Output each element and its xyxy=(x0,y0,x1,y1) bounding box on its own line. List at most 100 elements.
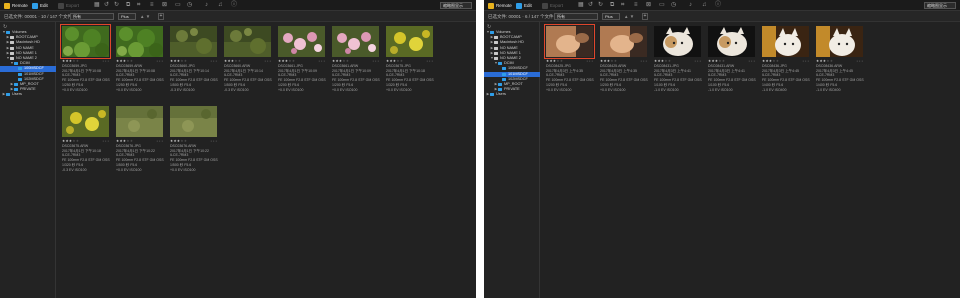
remote-button[interactable]: Remote xyxy=(4,2,28,9)
label-flags-icon[interactable]: ▪ ▪ ▪ xyxy=(103,59,109,63)
photo-thumbnail[interactable] xyxy=(600,26,647,57)
label-flags-icon[interactable]: ▪ ▪ ▪ xyxy=(211,59,217,63)
folder-tree-item[interactable]: ▶ Users xyxy=(0,92,56,97)
sort-order-icon[interactable]: ▲ ▼ xyxy=(140,13,150,20)
thumbnail-card[interactable]: ★★★★★ ▪ ▪ ▪ DSC08436.JPG 2017年4月3日 上午4:45 IL… xyxy=(760,24,812,118)
remote-button[interactable]: Remote xyxy=(488,2,512,9)
sound-icon[interactable]: ♪ xyxy=(689,1,692,9)
thumbnail-card[interactable]: ★★★★★ ▪ ▪ ▪ DSC08431.ARW 2017年4月3日 上午4:41 IL… xyxy=(706,24,758,118)
label-flags-icon[interactable]: ▪ ▪ ▪ xyxy=(803,59,809,63)
tune-icon[interactable]: ≡ xyxy=(634,1,638,9)
star-rating[interactable]: ★★★★★ ▪ ▪ ▪ xyxy=(224,59,271,63)
photo-thumbnail[interactable] xyxy=(544,24,595,59)
photo-thumbnail[interactable] xyxy=(170,106,217,137)
star-rating[interactable]: ★★★★★ ▪ ▪ ▪ xyxy=(386,59,433,63)
star-icon[interactable]: ★ xyxy=(776,59,779,63)
star-icon[interactable]: ★ xyxy=(130,139,133,143)
star-icon[interactable]: ★ xyxy=(76,59,79,63)
label-flags-icon[interactable]: ▪ ▪ ▪ xyxy=(265,59,271,63)
star-icon[interactable]: ★ xyxy=(830,59,833,63)
thumbnail-card[interactable]: ★★★★★ ▪ ▪ ▪ DSC08436.ARW 2017年4月3日 上午4:45 IL… xyxy=(814,24,866,118)
photo-thumbnail[interactable] xyxy=(116,26,163,57)
sort-order-icon[interactable]: ▲ ▼ xyxy=(624,13,634,20)
label-flags-icon[interactable]: ▪ ▪ ▪ xyxy=(587,59,593,63)
star-rating[interactable]: ★★★★★ ▪ ▪ ▪ xyxy=(62,139,109,143)
music-icon[interactable]: ♫ xyxy=(702,1,707,9)
photo-thumbnail[interactable] xyxy=(816,26,863,57)
delete-icon[interactable]: ⊠ xyxy=(162,1,167,9)
label-flags-icon[interactable]: ▪ ▪ ▪ xyxy=(695,59,701,63)
photo-thumbnail[interactable] xyxy=(708,26,755,57)
thumbnail-card[interactable]: ★★★★★ ▪ ▪ ▪ DSC03661.ARW 2017年4月1日 下午10:09 I… xyxy=(330,24,382,118)
star-rating[interactable]: ★★★★★ ▪ ▪ ▪ xyxy=(762,59,809,63)
thumbnail-card[interactable]: ★★★★★ ▪ ▪ ▪ DSC08425.JPG 2017年4月3日 上午4:35 IL… xyxy=(544,24,596,118)
photo-thumbnail[interactable] xyxy=(224,26,271,57)
music-icon[interactable]: ♫ xyxy=(218,1,223,9)
star-icon[interactable]: ★ xyxy=(238,59,241,63)
crop-icon[interactable]: ⌗ xyxy=(137,1,140,9)
rotate-left-icon[interactable]: ↺ xyxy=(104,1,109,9)
label-flags-icon[interactable]: ▪ ▪ ▪ xyxy=(319,59,325,63)
photo-thumbnail[interactable] xyxy=(386,26,433,57)
star-icon[interactable]: ★ xyxy=(560,59,563,63)
export-button[interactable]: Export xyxy=(58,2,79,9)
star-rating[interactable]: ★★★★★ ▪ ▪ ▪ xyxy=(546,59,593,63)
thumbnail-card[interactable]: ★★★★★ ▪ ▪ ▪ DSC08431.JPG 2017年4月3日 上午4:41 IL… xyxy=(652,24,704,118)
photo-thumbnail[interactable] xyxy=(332,26,379,57)
photo-thumbnail[interactable] xyxy=(654,26,701,57)
star-rating[interactable]: ★★★★★ ▪ ▪ ▪ xyxy=(170,139,217,143)
star-icon[interactable]: ★ xyxy=(184,139,187,143)
photo-thumbnail[interactable] xyxy=(60,24,111,59)
folder-tree-item[interactable]: ▶ Users xyxy=(484,92,540,97)
info-icon[interactable]: ⓘ xyxy=(715,1,721,9)
grid-view-icon[interactable]: ▦ xyxy=(94,1,100,9)
label-flags-icon[interactable]: ▪ ▪ ▪ xyxy=(103,139,109,143)
view-mode-select[interactable]: 缩略图显示 xyxy=(440,2,472,9)
star-icon[interactable]: ★ xyxy=(400,59,403,63)
star-rating[interactable]: ★★★★★ ▪ ▪ ▪ xyxy=(816,59,863,63)
star-rating[interactable]: ★★★★★ ▪ ▪ ▪ xyxy=(116,59,163,63)
label-flags-icon[interactable]: ▪ ▪ ▪ xyxy=(427,59,433,63)
photo-thumbnail[interactable] xyxy=(62,106,109,137)
star-rating[interactable]: ★★★★★ ▪ ▪ ▪ xyxy=(708,59,755,63)
star-rating[interactable]: ★★★★★ ▪ ▪ ▪ xyxy=(116,139,163,143)
edit-button[interactable]: Edit xyxy=(32,2,48,9)
label-flags-icon[interactable]: ▪ ▪ ▪ xyxy=(857,59,863,63)
filter-select[interactable]: 所有 xyxy=(554,13,598,20)
add-filter-button[interactable]: + xyxy=(642,13,648,20)
photo-thumbnail[interactable] xyxy=(762,26,809,57)
sound-icon[interactable]: ♪ xyxy=(205,1,208,9)
edit-button[interactable]: Edit xyxy=(516,2,532,9)
star-icon[interactable]: ★ xyxy=(292,59,295,63)
star-rating[interactable]: ★★★★★ ▪ ▪ ▪ xyxy=(600,59,647,63)
label-flags-icon[interactable]: ▪ ▪ ▪ xyxy=(749,59,755,63)
rotate-right-icon[interactable]: ↻ xyxy=(598,1,603,9)
folder-icon[interactable]: ▭ xyxy=(659,1,665,9)
sort-select[interactable]: Plus xyxy=(602,13,620,20)
label-flags-icon[interactable]: ▪ ▪ ▪ xyxy=(157,59,163,63)
star-icon[interactable]: ★ xyxy=(76,139,79,143)
tune-icon[interactable]: ≡ xyxy=(150,1,154,9)
thumbnail-card[interactable]: ★★★★★ ▪ ▪ ▪ DSC03676.ARW 2017年4月1日 下午10:22 I… xyxy=(168,104,220,198)
thumbnail-card[interactable]: ★★★★★ ▪ ▪ ▪ DSC03661.JPG 2017年4月1日 下午10:09 I… xyxy=(276,24,328,118)
folder-icon[interactable]: ▭ xyxy=(175,1,181,9)
photo-thumbnail[interactable] xyxy=(170,26,217,57)
crop-icon[interactable]: ⌗ xyxy=(621,1,624,9)
star-rating[interactable]: ★★★★★ ▪ ▪ ▪ xyxy=(332,59,379,63)
view-mode-select[interactable]: 缩略图显示 xyxy=(924,2,956,9)
thumbnail-card[interactable]: ★★★★★ ▪ ▪ ▪ DSC03676.JPG 2017年4月1日 下午10:22 I… xyxy=(114,104,166,198)
thumbnail-card[interactable]: ★★★★★ ▪ ▪ ▪ DSC03675.ARW 2017年4月1日 下午10:18 I… xyxy=(60,104,112,198)
star-rating[interactable]: ★★★★★ ▪ ▪ ▪ xyxy=(170,59,217,63)
label-flags-icon[interactable]: ▪ ▪ ▪ xyxy=(641,59,647,63)
star-rating[interactable]: ★★★★★ ▪ ▪ ▪ xyxy=(654,59,701,63)
rotate-right-icon[interactable]: ↻ xyxy=(114,1,119,9)
clock-icon[interactable]: ◷ xyxy=(671,1,676,9)
star-icon[interactable]: ★ xyxy=(184,59,187,63)
grid-view-icon[interactable]: ▦ xyxy=(578,1,584,9)
star-icon[interactable]: ★ xyxy=(130,59,133,63)
info-icon[interactable]: ⓘ xyxy=(231,1,237,9)
export-button[interactable]: Export xyxy=(542,2,563,9)
thumbnail-card[interactable]: ★★★★★ ▪ ▪ ▪ DSC03675.JPG 2017年4月1日 下午10:18 I… xyxy=(384,24,436,118)
filter-select[interactable]: 所有 xyxy=(70,13,114,20)
star-rating[interactable]: ★★★★★ ▪ ▪ ▪ xyxy=(62,59,109,63)
